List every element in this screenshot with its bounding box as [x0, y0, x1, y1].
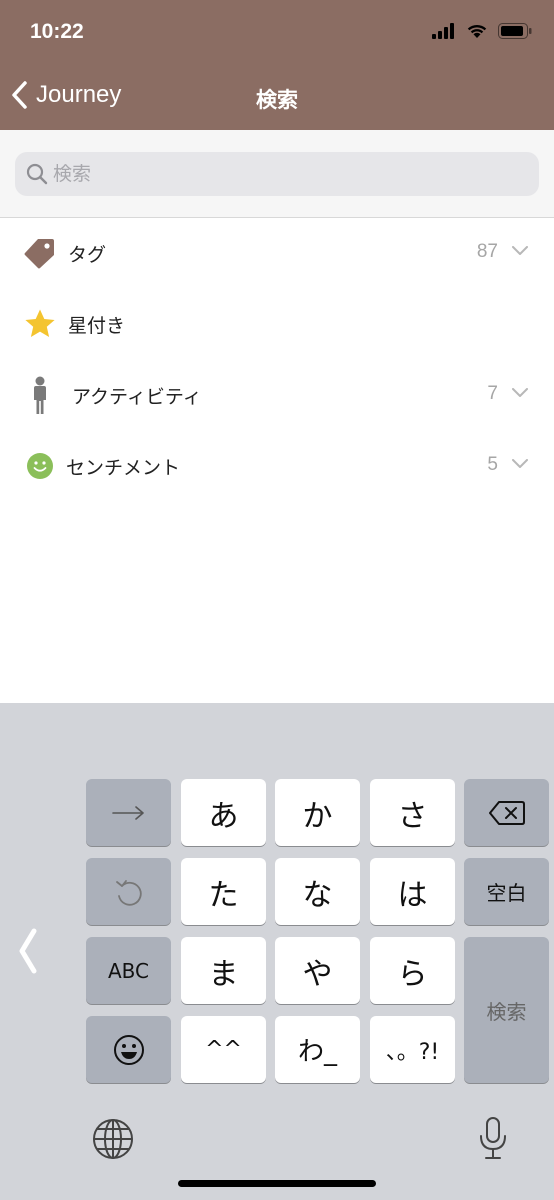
key-ta[interactable]: た — [181, 858, 266, 925]
nav-header: 10:22 Journey 検索 — [0, 0, 554, 130]
status-icons — [432, 23, 532, 39]
emoji-icon — [113, 1034, 144, 1065]
key-na[interactable]: な — [275, 858, 360, 925]
space-key[interactable]: 空白 — [464, 858, 549, 925]
key-a[interactable]: あ — [181, 779, 266, 846]
filter-count-activity: 7 — [487, 383, 498, 404]
star-icon — [24, 308, 56, 340]
page-title: 検索 — [256, 88, 298, 112]
key-wa[interactable]: わ_ — [275, 1016, 360, 1083]
search-input[interactable] — [53, 152, 523, 196]
key-ha[interactable]: は — [370, 858, 455, 925]
filter-row-activity[interactable]: アクティビティ 7 — [0, 360, 554, 431]
delete-key[interactable] — [464, 779, 549, 846]
wifi-icon — [467, 24, 487, 38]
chevron-down-icon — [512, 388, 528, 397]
search-box[interactable] — [15, 152, 539, 196]
key-sa[interactable]: さ — [370, 779, 455, 846]
status-time: 10:22 — [30, 20, 84, 43]
filter-row-sentiment[interactable]: センチメント 5 — [0, 431, 554, 502]
filter-label-starred: 星付き — [68, 315, 126, 337]
chevron-left-icon[interactable] — [14, 928, 40, 974]
person-icon — [24, 376, 56, 414]
undo-icon — [115, 879, 142, 906]
filter-label-activity: アクティビティ — [72, 386, 202, 408]
filter-row-starred[interactable]: 星付き — [0, 289, 554, 360]
tag-icon — [24, 237, 56, 269]
chevron-down-icon — [512, 459, 528, 468]
key-ra[interactable]: ら — [370, 937, 455, 1004]
battery-icon — [498, 23, 532, 39]
microphone-icon[interactable] — [478, 1116, 508, 1162]
key-ya[interactable]: や — [275, 937, 360, 1004]
next-key[interactable] — [86, 779, 171, 846]
delete-icon — [488, 800, 525, 825]
signal-icon — [432, 23, 454, 39]
key-ka[interactable]: か — [275, 779, 360, 846]
arrow-right-icon — [111, 805, 144, 820]
filter-label-sentiment: センチメント — [66, 457, 181, 479]
key-punct[interactable]: 、。?! — [370, 1016, 455, 1083]
search-area — [0, 130, 554, 218]
abc-key[interactable]: ABC — [86, 937, 171, 1004]
filter-row-tags[interactable]: タグ 87 — [0, 218, 554, 289]
keyboard: あ か さ た な は 空白 ABC ま や ら 検索 ^^ わ_ 、。?! — [0, 703, 554, 1200]
home-indicator — [178, 1180, 376, 1187]
search-enter-key[interactable]: 検索 — [464, 937, 549, 1083]
chevron-down-icon — [512, 246, 528, 255]
filter-count-sentiment: 5 — [487, 454, 498, 475]
smiley-icon — [24, 450, 56, 482]
undo-key[interactable] — [86, 858, 171, 925]
key-kaomoji[interactable]: ^^ — [181, 1016, 266, 1083]
search-icon — [26, 163, 48, 185]
filter-label-tags: タグ — [68, 244, 107, 266]
key-ma[interactable]: ま — [181, 937, 266, 1004]
globe-icon[interactable] — [92, 1118, 134, 1160]
emoji-key[interactable] — [86, 1016, 171, 1083]
filter-count-tags: 87 — [476, 241, 498, 262]
